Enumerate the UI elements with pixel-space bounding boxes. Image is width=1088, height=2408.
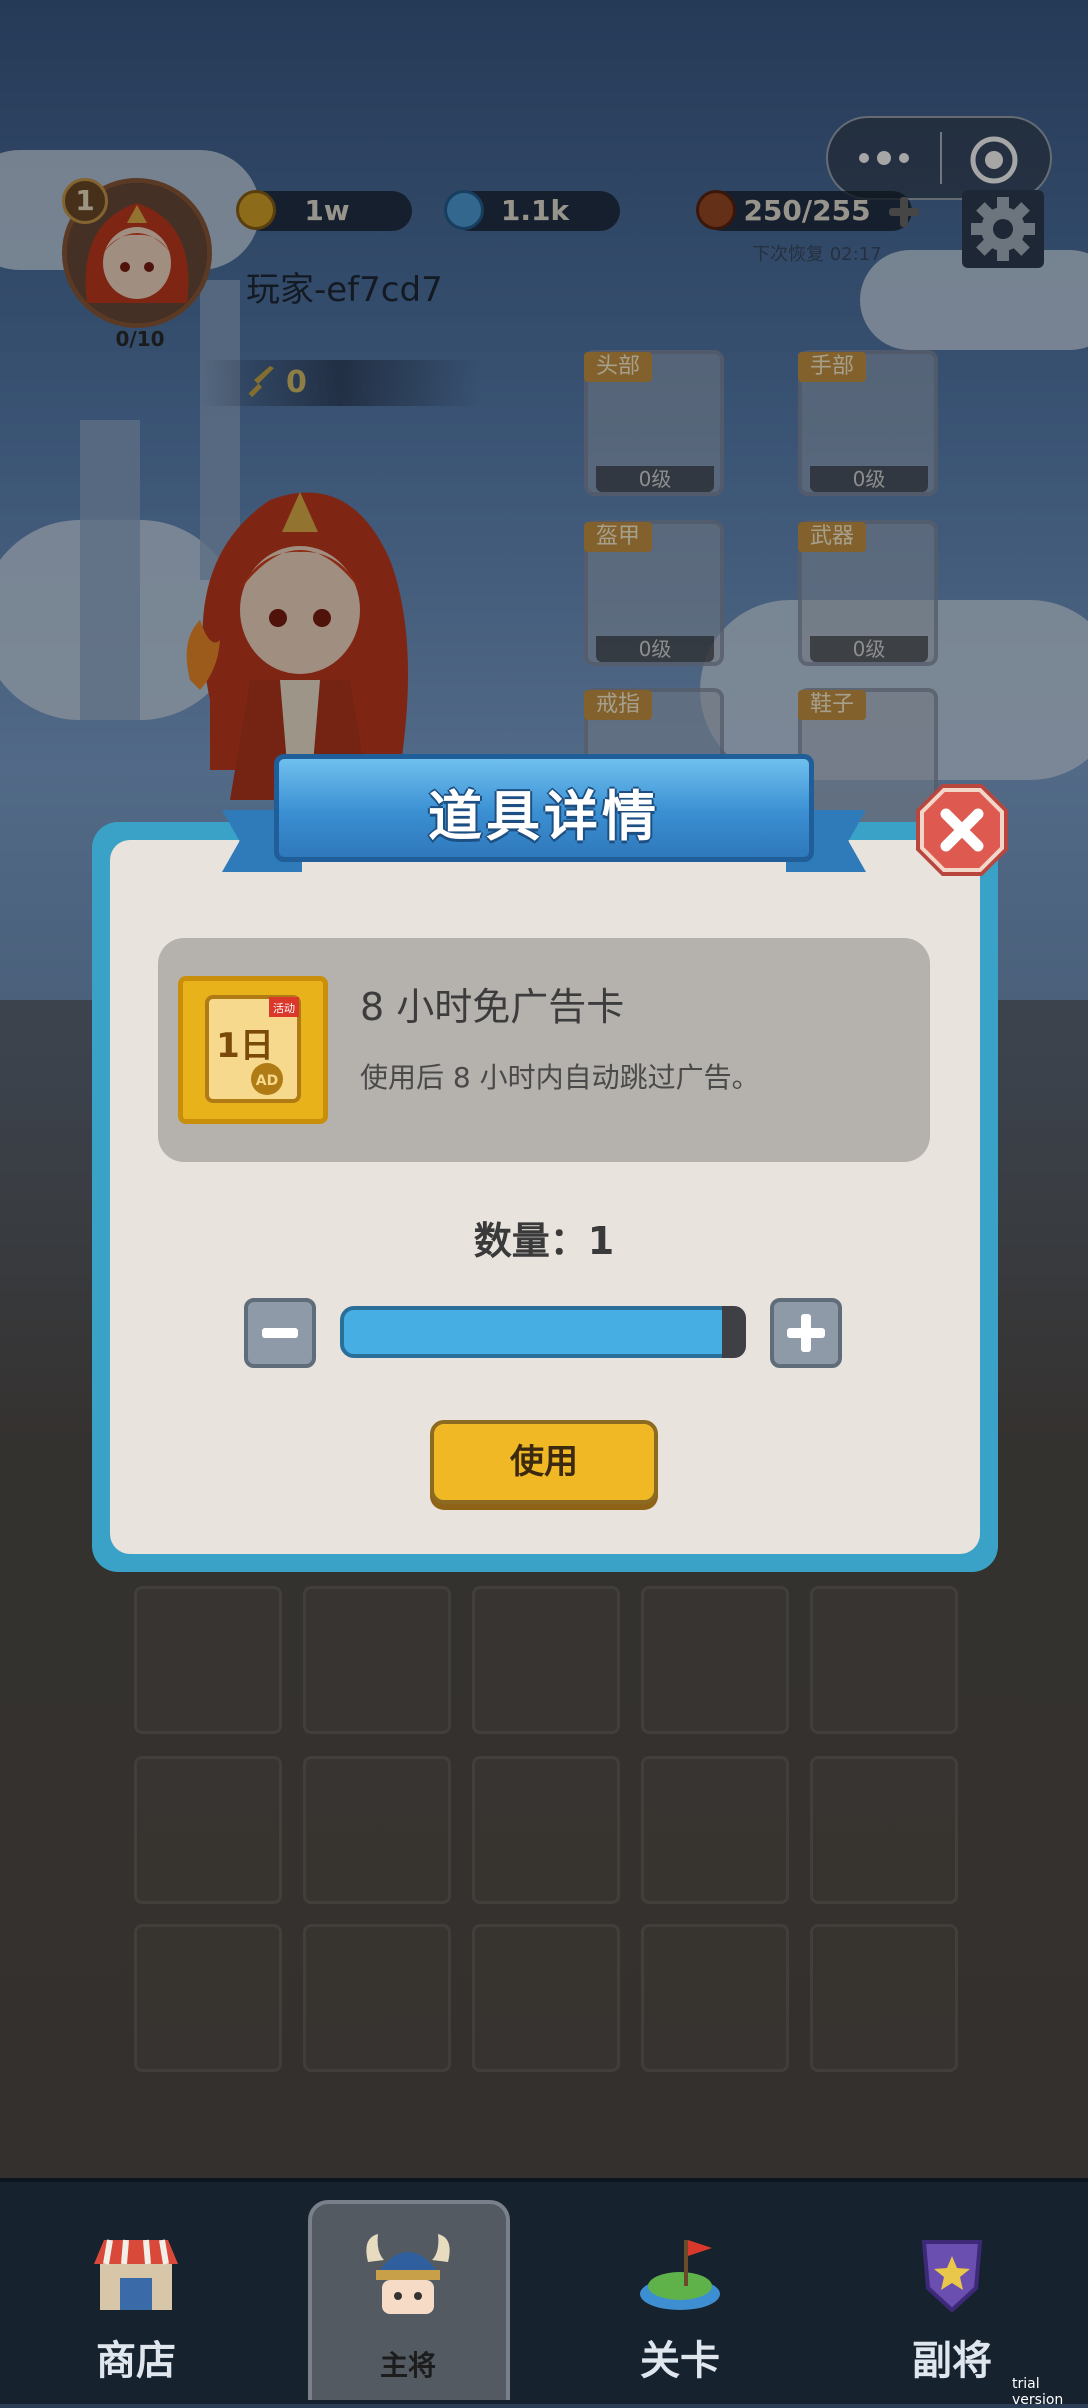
nav-item-shop[interactable]: 商店 (0, 2178, 272, 2400)
shop-icon (90, 2234, 182, 2314)
trial-version-watermark: trial version (1012, 2376, 1064, 2408)
nav-item-stages[interactable]: 关卡 (544, 2178, 816, 2400)
nav-label: 商店 (96, 2338, 176, 2384)
item-name: 8 小时免广告卡 (360, 985, 625, 1029)
nav-item-general[interactable]: 主将 (272, 2178, 544, 2400)
use-button[interactable]: 使用 (430, 1420, 658, 1504)
svg-text:AD: AD (256, 1073, 278, 1089)
island-flag-icon (634, 2234, 726, 2314)
close-icon (916, 784, 1008, 876)
shield-star-icon (906, 2234, 998, 2314)
ad-free-card-icon: 活动 1日 AD (178, 976, 328, 1124)
quantity-slider[interactable] (340, 1306, 746, 1358)
svg-text:1日: 1日 (216, 1026, 274, 1066)
quantity-label: 数量：1 (473, 1219, 615, 1263)
nav-label: 关卡 (640, 2338, 720, 2384)
item-description: 使用后 8 小时内自动跳过广告。 (360, 1061, 760, 1094)
nav-item-deputy[interactable]: 副将 (816, 2178, 1088, 2400)
viking-helmet-icon (362, 2232, 454, 2314)
decrease-quantity-button[interactable] (244, 1298, 316, 1368)
dialog-title: 道具详情 (428, 785, 660, 848)
svg-text:活动: 活动 (273, 1002, 295, 1015)
close-button[interactable] (912, 780, 1012, 880)
plus-icon (787, 1314, 825, 1352)
increase-quantity-button[interactable] (770, 1298, 842, 1368)
minus-icon (262, 1328, 298, 1338)
quantity-slider-handle[interactable] (722, 1306, 746, 1358)
nav-label: 主将 (379, 2349, 436, 2382)
